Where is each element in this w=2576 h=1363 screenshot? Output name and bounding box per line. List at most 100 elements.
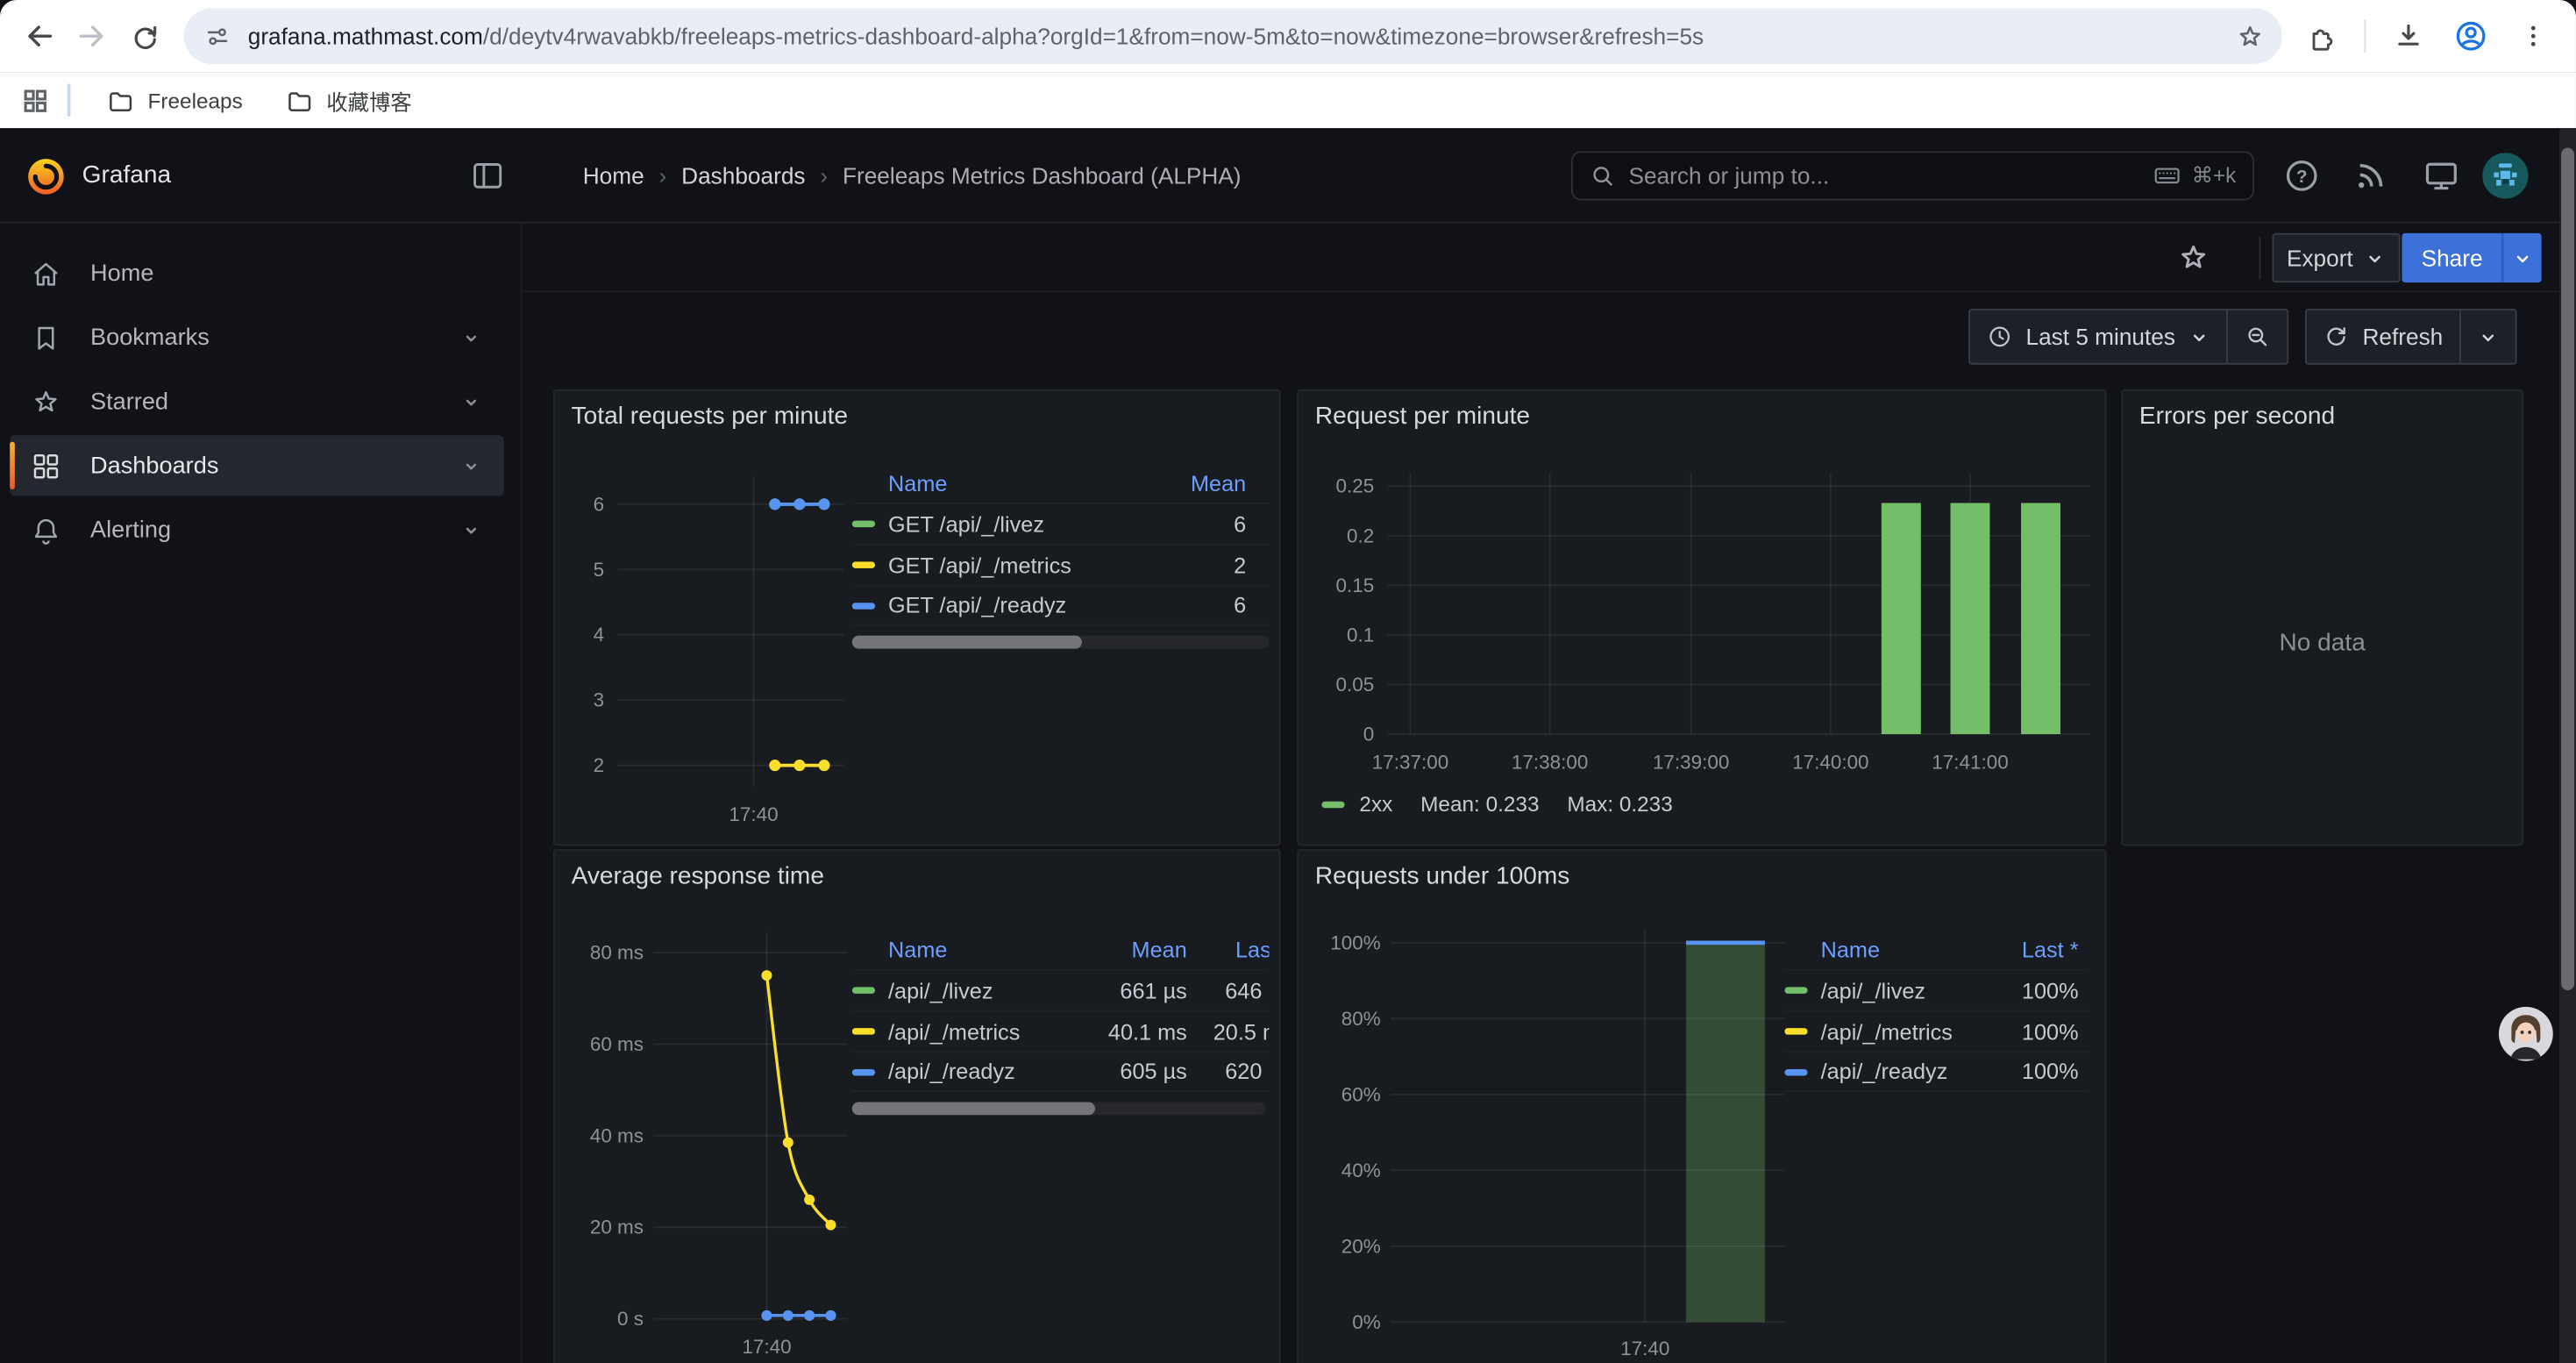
sidebar-item-starred[interactable]: Starred — [10, 371, 504, 432]
series-swatch — [852, 521, 875, 527]
extensions-icon[interactable] — [2295, 10, 2348, 62]
refresh-interval-dropdown[interactable] — [2459, 310, 2516, 363]
table-row: /api/_/readyz605 µs620 µs — [852, 1051, 1270, 1092]
share-dropdown-button[interactable] — [2502, 233, 2542, 282]
column-header-name[interactable]: Name — [852, 937, 1078, 961]
average-response-time-chart[interactable]: 80 ms60 ms40 ms20 ms0 s17:40 — [568, 910, 857, 1363]
zoom-out-icon — [2245, 324, 2271, 350]
svg-text:0 s: 0 s — [617, 1308, 644, 1330]
url-text[interactable]: grafana.mathmast.com/d/deytv4rwavabkb/fr… — [248, 23, 2222, 49]
svg-text:60%: 60% — [1341, 1083, 1381, 1105]
request-per-minute-chart[interactable]: 0.250.20.150.10.05017:37:0017:38:0017:39… — [1312, 453, 2098, 834]
browser-toolbar: grafana.mathmast.com/d/deytv4rwavabkb/fr… — [0, 0, 2576, 72]
display-kiosk-icon[interactable] — [2422, 156, 2461, 196]
series-name[interactable]: /api/_/readyz — [1784, 1060, 1996, 1084]
column-header-value[interactable]: Last * — [1996, 937, 2089, 961]
breadcrumb-item[interactable]: Home — [583, 162, 644, 189]
series-label: GET /api/_/readyz — [888, 593, 1066, 617]
downloads-icon[interactable] — [2382, 10, 2435, 62]
chevron-down-icon[interactable] — [458, 453, 484, 479]
series-name[interactable]: /api/_/metrics — [1784, 1019, 1996, 1044]
column-header-name[interactable]: Name — [852, 470, 1171, 495]
scrollbar-thumb[interactable] — [2561, 148, 2574, 991]
sidebar-item-label: Home — [90, 260, 153, 287]
series-name[interactable]: /api/_/metrics — [852, 1019, 1078, 1044]
table-row: /api/_/metrics100% — [1784, 1010, 2088, 1052]
chevron-down-icon[interactable] — [458, 517, 484, 543]
bookmark-folder[interactable]: Freeleaps — [90, 80, 260, 121]
chevron-down-icon[interactable] — [458, 325, 484, 351]
zoom-out-button[interactable] — [2226, 310, 2287, 363]
bookmark-star-icon[interactable] — [2234, 20, 2266, 52]
reload-icon[interactable] — [118, 10, 171, 62]
breadcrumb-item: Freeleaps Metrics Dashboard (ALPHA) — [843, 162, 1242, 189]
grafana-logo-icon[interactable] — [25, 154, 68, 197]
series-name[interactable]: /api/_/livez — [1784, 978, 1996, 1003]
site-settings-icon[interactable] — [203, 22, 231, 50]
table-row: /api/_/metrics40.1 ms20.5 ms — [852, 1010, 1270, 1052]
total-requests-chart[interactable]: 6543217:40 — [568, 453, 847, 834]
menu-kebab-icon[interactable] — [2507, 10, 2559, 62]
panel-title[interactable]: Errors per second — [2139, 403, 2335, 431]
folder-icon — [285, 86, 313, 114]
export-button[interactable]: Export — [2273, 233, 2401, 282]
svg-text:4: 4 — [594, 624, 605, 646]
search-input[interactable]: Search or jump to... ⌘+k — [1571, 151, 2254, 200]
bookmark-icon — [30, 321, 62, 353]
series-name[interactable]: GET /api/_/metrics — [852, 553, 1171, 577]
column-header-value[interactable]: Last * — [1193, 937, 1269, 961]
table-scrollbar[interactable] — [852, 1102, 1266, 1115]
sidebar-item-dashboards[interactable]: Dashboards — [10, 435, 504, 496]
legend-table-inner: NameMeanLast */api/_/livez661 µs646 µs/a… — [852, 930, 1270, 1092]
svg-text:0.05: 0.05 — [1336, 674, 1375, 696]
panel-title[interactable]: Requests under 100ms — [1315, 862, 1569, 890]
table-scrollbar-thumb[interactable] — [852, 1102, 1095, 1115]
series-name[interactable]: GET /api/_/livez — [852, 511, 1171, 536]
svg-text:17:40: 17:40 — [742, 1336, 791, 1358]
grafana-brand[interactable]: Grafana — [82, 161, 171, 189]
news-rss-icon[interactable] — [2351, 156, 2390, 196]
profile-icon[interactable] — [2444, 10, 2497, 62]
svg-text:20%: 20% — [1341, 1235, 1381, 1257]
panel-title[interactable]: Request per minute — [1315, 403, 1530, 431]
table-scrollbar[interactable] — [852, 636, 1270, 649]
svg-text:17:37:00: 17:37:00 — [1372, 751, 1448, 773]
toolbar-divider — [2364, 19, 2366, 52]
panel-title[interactable]: Total requests per minute — [572, 403, 848, 431]
favorite-star-icon[interactable] — [2175, 239, 2211, 275]
sidebar-item-home[interactable]: Home — [10, 243, 504, 303]
panel-title[interactable]: Average response time — [572, 862, 824, 890]
share-button[interactable]: Share — [2402, 233, 2501, 282]
page-scrollbar[interactable] — [2559, 128, 2576, 1363]
apps-grid-icon[interactable] — [19, 84, 51, 116]
legend-table-header: NameMeanLast * — [852, 930, 1270, 969]
forward-icon[interactable] — [66, 10, 118, 62]
column-header-value[interactable]: Mean — [1171, 470, 1269, 495]
address-bar[interactable]: grafana.mathmast.com/d/deytv4rwavabkb/fr… — [184, 8, 2282, 64]
panel-total-requests-per-minute: Total requests per minute 6543217:40 Nam… — [553, 389, 1281, 846]
dock-sidebar-icon[interactable] — [470, 158, 506, 194]
series-name[interactable]: /api/_/livez — [852, 978, 1078, 1003]
breadcrumb-item[interactable]: Dashboards — [681, 162, 805, 189]
help-icon[interactable]: ? — [2282, 156, 2322, 196]
user-avatar[interactable] — [2482, 153, 2528, 198]
series-name[interactable]: GET /api/_/readyz — [852, 593, 1171, 617]
column-header-value[interactable]: Mean — [1078, 937, 1193, 961]
series-name[interactable]: /api/_/readyz — [852, 1060, 1078, 1084]
table-scrollbar-thumb[interactable] — [852, 636, 1082, 649]
refresh-button[interactable]: Refresh — [2307, 310, 2459, 363]
svg-text:0.1: 0.1 — [1347, 624, 1374, 646]
time-range-picker[interactable]: Last 5 minutes — [1970, 310, 2226, 363]
requests-under-100ms-chart[interactable]: 100%80%60%40%20%0%17:40 — [1312, 910, 1820, 1363]
grafana-top-nav: Grafana Home›Dashboards›Freeleaps Metric… — [0, 128, 2576, 224]
svg-text:6: 6 — [594, 493, 605, 515]
assistant-avatar-widget[interactable] — [2497, 1005, 2555, 1063]
chevron-down-icon[interactable] — [458, 389, 484, 415]
sidebar-item-bookmarks[interactable]: Bookmarks — [10, 307, 504, 368]
legend-table-header: NameLast * — [1784, 930, 2088, 969]
legend-series-label[interactable]: 2xx — [1359, 792, 1392, 817]
bookmark-folder[interactable]: 收藏博客 — [269, 78, 429, 123]
sidebar-item-alerting[interactable]: Alerting — [10, 499, 504, 560]
back-icon[interactable] — [13, 10, 66, 62]
column-header-name[interactable]: Name — [1784, 937, 1996, 961]
